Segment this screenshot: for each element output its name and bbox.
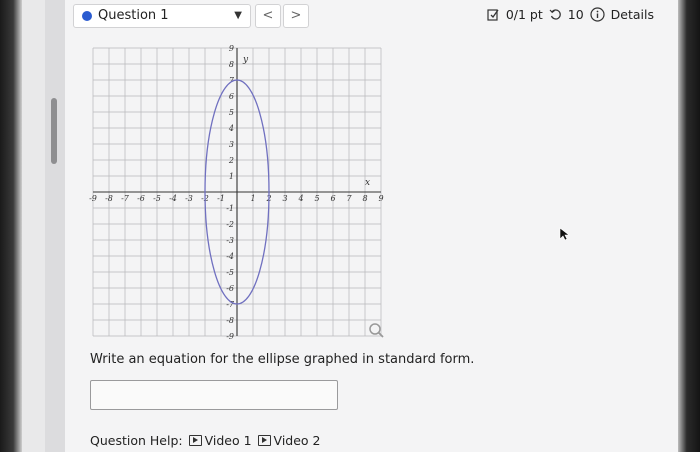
left-sidebar-strip xyxy=(45,0,65,452)
y-tick-label: 4 xyxy=(228,124,234,133)
question-help: Question Help: Video 1 Video 2 xyxy=(90,433,321,448)
ellipse-graph: -9 -8 -7 -6 -5 -4 -3 -2 -1 1 2 3 4 5 6 7 8 9 987654321-1-… xyxy=(89,44,384,341)
video-icon xyxy=(257,435,271,446)
y-tick-label: -9 xyxy=(226,332,234,341)
scrollbar-handle[interactable] xyxy=(51,98,57,164)
video-1-button[interactable]: Video 1 xyxy=(188,433,252,448)
question-toolbar: Question 1 ▼ < > 0/1 pt 10 Details xyxy=(65,0,678,32)
y-tick-label: -5 xyxy=(226,268,234,277)
question-help-label: Question Help: xyxy=(90,433,183,448)
screen-bezel-left xyxy=(0,0,22,452)
x-tick-label: 7 xyxy=(346,194,352,203)
video-1-label: Video 1 xyxy=(204,433,252,448)
chevron-down-icon: ▼ xyxy=(234,10,242,21)
y-tick-label: 2 xyxy=(228,156,234,165)
x-tick-label: -1 xyxy=(217,194,225,203)
score-text: 0/1 pt xyxy=(505,7,543,22)
y-tick-label: -2 xyxy=(226,220,234,229)
question-selector[interactable]: Question 1 ▼ xyxy=(73,4,251,28)
x-axis-label: x xyxy=(365,178,370,188)
y-tick-label: -6 xyxy=(226,284,234,293)
video-2-label: Video 2 xyxy=(273,433,321,448)
y-tick-label: -3 xyxy=(226,236,234,245)
x-tick-label: 5 xyxy=(314,194,319,203)
answer-input[interactable] xyxy=(90,380,338,410)
x-tick-label: -6 xyxy=(137,194,145,203)
y-tick-label: 5 xyxy=(229,108,234,117)
mouse-pointer-icon xyxy=(559,227,570,241)
y-axis-label: y xyxy=(242,55,249,65)
question-label: Question 1 xyxy=(98,8,169,23)
checkbox-edit-icon xyxy=(487,9,499,21)
x-tick-label: 8 xyxy=(362,194,367,203)
score-status: 0/1 pt 10 Details xyxy=(487,7,654,22)
y-tick-label: 3 xyxy=(229,140,234,149)
x-tick-label: 4 xyxy=(297,194,303,203)
retry-icon xyxy=(549,9,561,20)
previous-question-button[interactable]: < xyxy=(255,4,281,28)
x-tick-label: 3 xyxy=(282,194,287,203)
y-tick-label: 6 xyxy=(229,92,234,101)
info-icon[interactable] xyxy=(590,7,605,22)
x-tick-label: -5 xyxy=(153,194,161,203)
y-tick-label: -8 xyxy=(226,316,234,325)
screen-bezel-right xyxy=(678,0,700,452)
x-tick-label: -4 xyxy=(169,194,177,203)
y-tick-label: 1 xyxy=(229,172,234,181)
next-question-button[interactable]: > xyxy=(283,4,309,28)
x-tick-label: -9 xyxy=(89,194,97,203)
x-tick-label: -7 xyxy=(121,194,130,203)
x-tick-label: 6 xyxy=(330,194,335,203)
x-tick-label: 9 xyxy=(378,194,383,203)
question-prompt: Write an equation for the ellipse graphe… xyxy=(90,352,475,367)
y-tick-label: -4 xyxy=(226,252,234,261)
question-page: Question 1 ▼ < > 0/1 pt 10 Details -9 -8… xyxy=(65,0,678,452)
status-dot-icon xyxy=(82,11,92,21)
details-link[interactable]: Details xyxy=(611,7,654,22)
y-tick-label: -1 xyxy=(226,204,234,213)
video-2-button[interactable]: Video 2 xyxy=(257,433,321,448)
y-tick-label: 8 xyxy=(229,60,234,69)
x-tick-label: -8 xyxy=(105,194,113,203)
x-tick-label: -3 xyxy=(185,194,193,203)
y-tick-label: 9 xyxy=(229,44,234,53)
x-tick-label: 1 xyxy=(250,194,255,203)
retries-count: 10 xyxy=(567,7,584,22)
video-icon xyxy=(188,435,202,446)
